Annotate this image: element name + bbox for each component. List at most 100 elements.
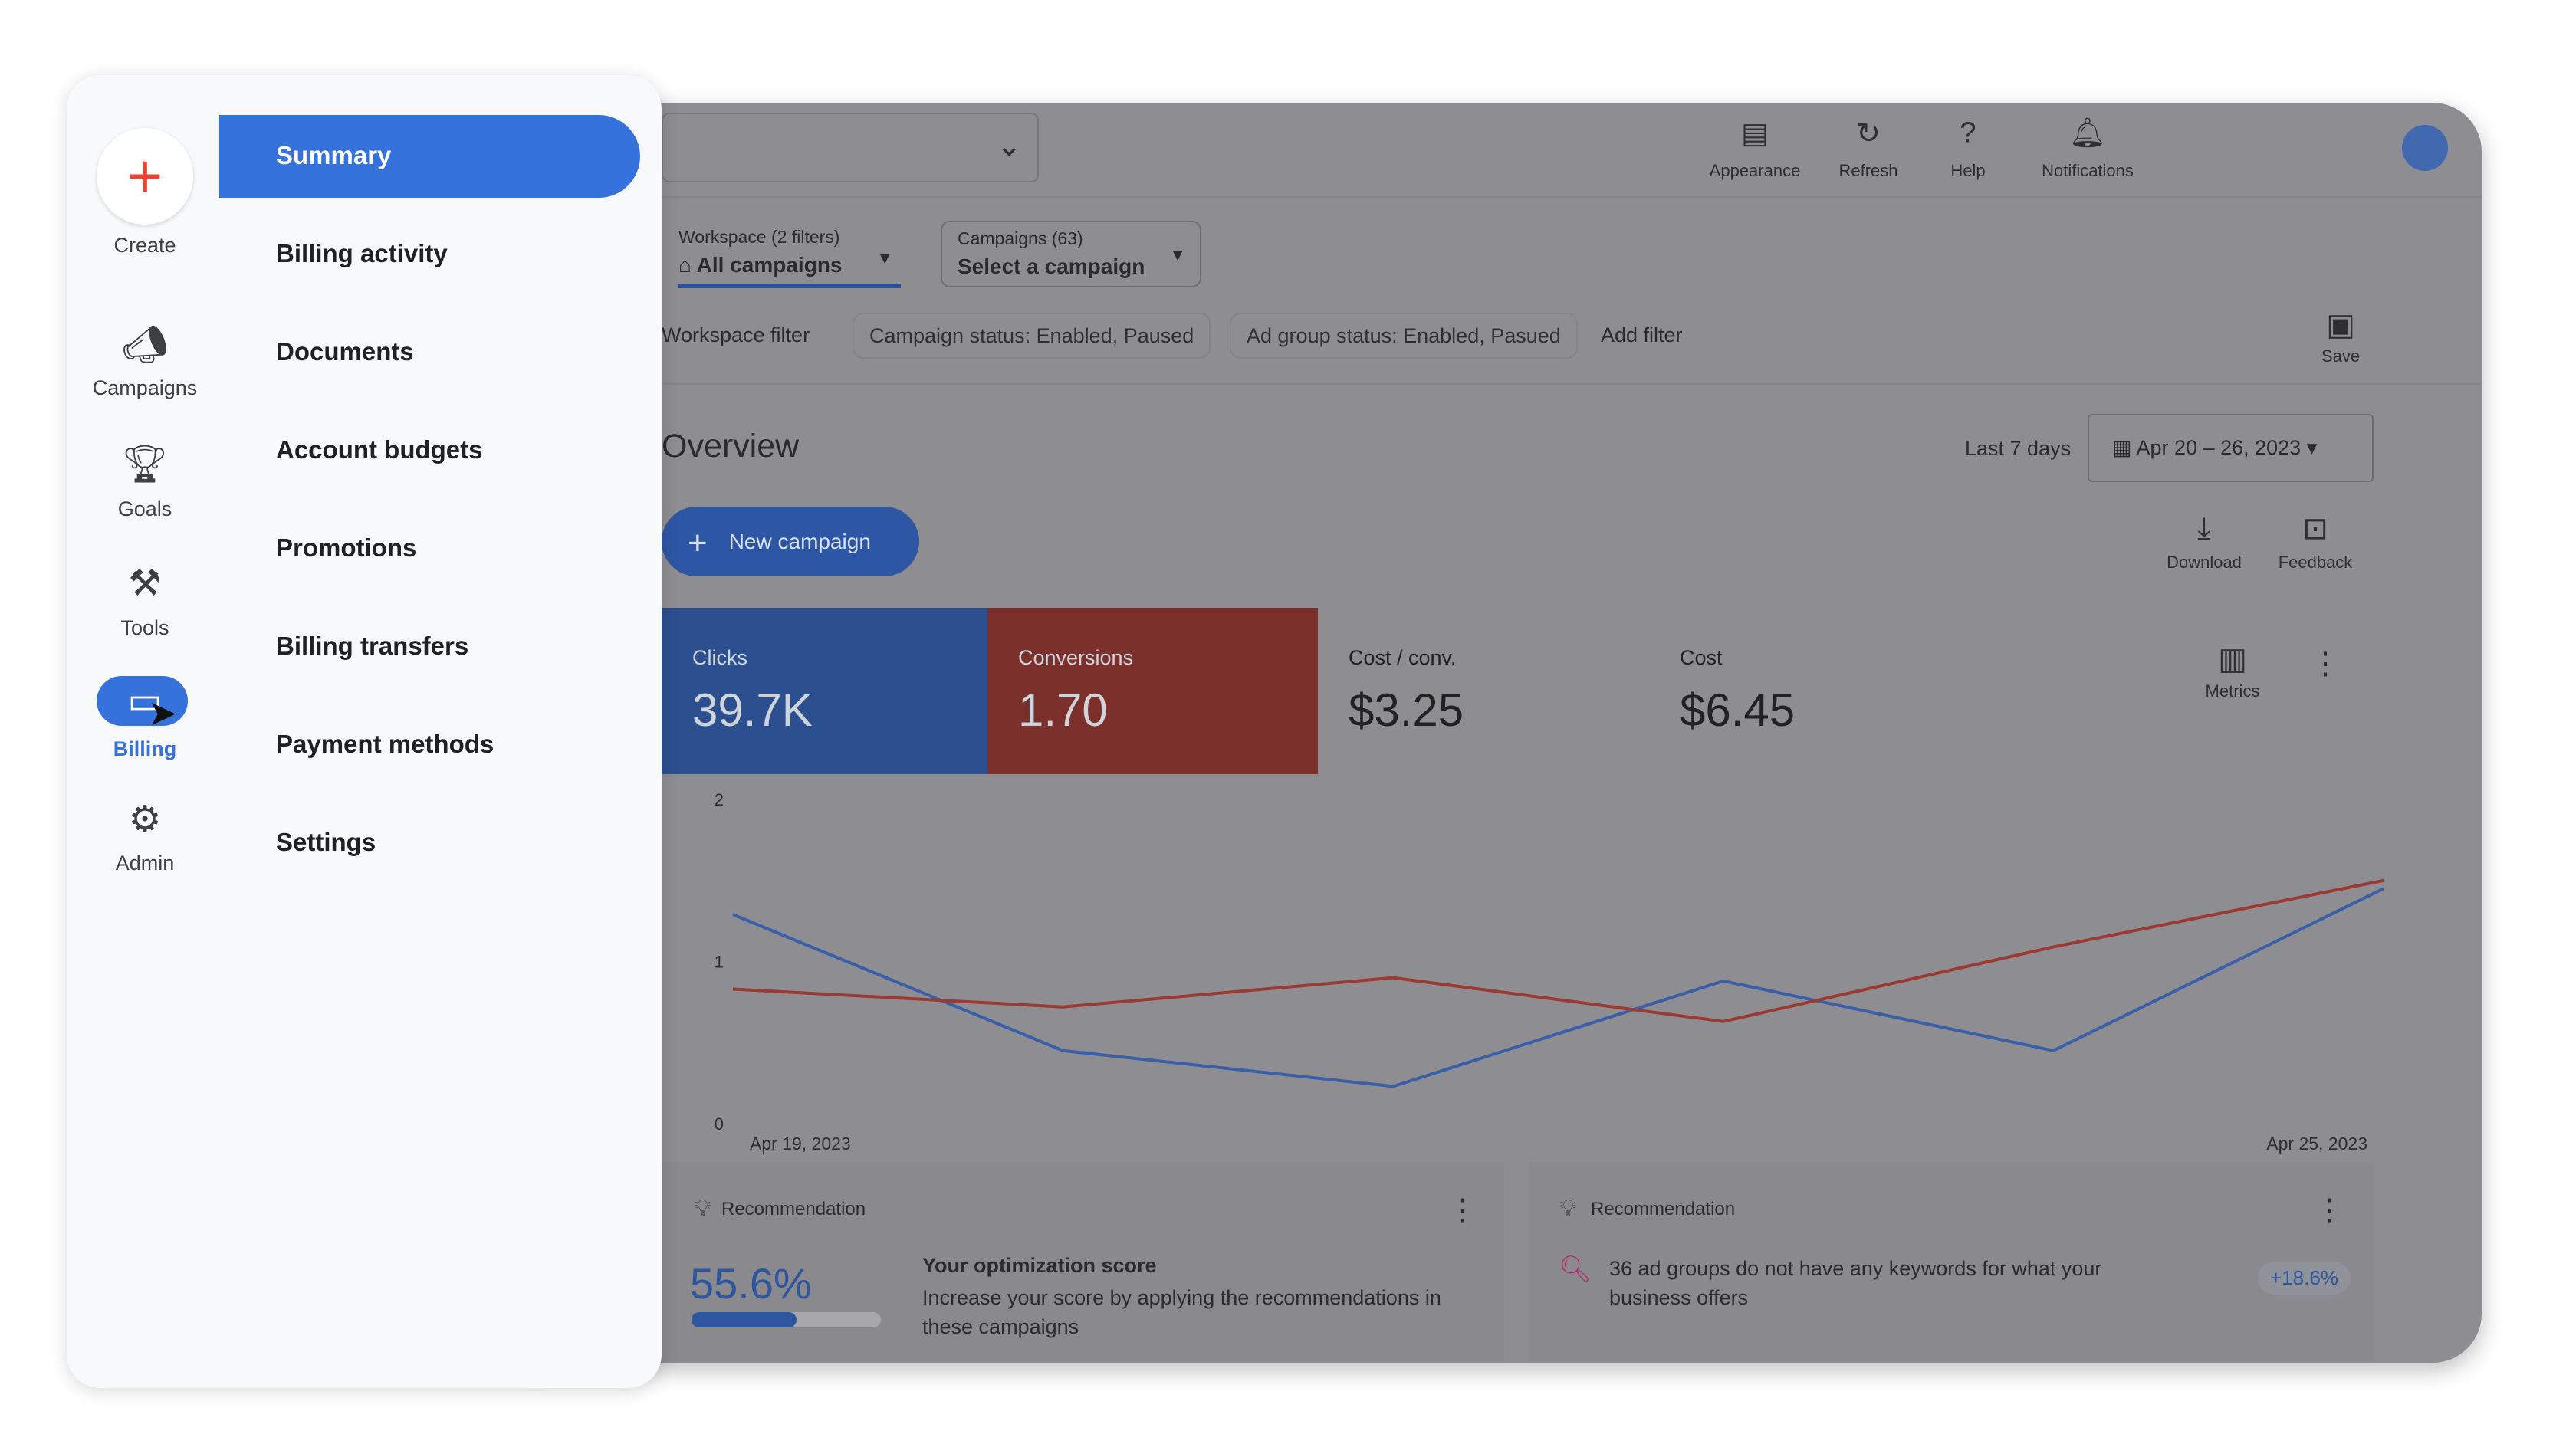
more-vert-icon[interactable]: ⋮ [2310,646,2341,681]
x-tick-label: Apr 19, 2023 [750,1134,851,1154]
campaigns-label: Campaigns (63) [958,228,1083,248]
metric-value: 39.7K [692,684,813,736]
metric-label: Cost / conv. [1349,646,1457,669]
optimization-score: 55.6% [690,1259,812,1308]
save-label: Save [2321,346,2361,366]
workspace-label: Workspace (2 filters) [678,227,840,247]
score-title: Your optimization score [922,1254,1157,1277]
ad-group-status-chip[interactable]: Ad group status: Enabled, Pasued [1230,313,1578,359]
campaign-status-chip[interactable]: Campaign status: Enabled, Paused [853,313,1211,359]
metric-label: Clicks [692,646,748,669]
metric-card[interactable]: Clicks 39.7K [662,608,992,774]
menu-item-payment-methods[interactable]: Payment methods [276,730,494,759]
y-tick-label: 1 [715,953,724,972]
page-title: Overview [662,428,800,464]
megaphone-icon[interactable]: 📣︎ [122,323,169,366]
metrics-label: Metrics [2205,681,2260,701]
menu-item-documents[interactable]: Documents [276,337,414,366]
workspace-value-text: All campaigns [696,253,843,277]
series-line-1 [732,878,2384,1023]
download-label: Download [2167,553,2242,572]
chevron-down-icon: ⌄ [996,129,1022,162]
billing-nav-panel: + Create 📣︎ Campaigns 🏆︎ Goals ⚒ Tools ▭ Billing ⚙… [67,75,662,1388]
rail-label[interactable]: Create [113,234,176,258]
action-label: Help [1950,161,1986,180]
score-progress-bar [692,1312,881,1327]
refresh-icon[interactable]: ↻ [1856,117,1881,151]
action-label: Notifications [2042,161,2134,180]
account-dropdown[interactable]: ⌄ [662,113,1039,182]
new-campaign-label: New campaign [728,530,871,553]
y-tick-label: 0 [715,1114,724,1134]
add-filter-button[interactable]: Add filter [1601,323,1683,347]
rail-label[interactable]: Billing [113,737,177,761]
metric-value: 1.70 [1018,684,1108,736]
metric-card[interactable]: Cost $6.45 [1649,608,1980,774]
series-line-0 [732,887,2384,1088]
download-icon[interactable]: ⤓ [2197,512,2211,546]
trophy-icon[interactable]: 🏆︎ [122,442,169,486]
more-vert-icon[interactable]: ⋮ [2315,1193,2345,1228]
cursor-icon: ➤ [147,693,178,733]
action-label: Refresh [1838,161,1898,180]
workspace-filter[interactable]: Workspace filter [662,323,810,347]
keyword-recommendation-text: 36 ad groups do not have any keywords fo… [1609,1257,2102,1309]
metric-value: $6.45 [1680,684,1796,736]
x-tick-label: Apr 25, 2023 [2266,1134,2367,1154]
metric-card[interactable]: Cost / conv. $3.25 [1318,608,1648,774]
campaign-selector[interactable]: Campaigns (63) Select a campaign ▼ [941,221,1201,287]
plus-icon[interactable]: + [127,141,163,212]
range-label: Last 7 days [1965,437,2072,460]
workspace-value: ⌂ All campaigns [678,253,843,277]
new-campaign-button[interactable]: + New campaign [662,507,919,576]
avatar[interactable] [2402,125,2448,171]
bell-icon[interactable]: 🔔︎ [2069,117,2106,150]
metric-value: $3.25 [1349,684,1464,736]
date-range-picker[interactable]: ▦ Apr 20 – 26, 2023 ▾ [2088,414,2374,482]
recommendation-card-score[interactable]: 💡︎ Recommendation ⋮ 55.6% Your optimizat… [662,1162,1504,1361]
score-description: Increase your score by applying the reco… [922,1286,1441,1338]
tools-icon[interactable]: ⚒ [128,562,161,605]
performance-chart: 0 1 2 Apr 19, 2023 Apr 25, 2023 [715,790,2384,1154]
metric-label: Conversions [1018,646,1134,669]
feedback-label: Feedback [2278,553,2353,572]
menu-item-settings[interactable]: Settings [276,828,376,857]
metric-card[interactable]: Conversions 1.70 [987,608,1318,774]
save-icon[interactable]: ▣ [2326,307,2355,343]
lightbulb-icon: 💡︎ [1560,1196,1576,1221]
recommendation-card-keywords[interactable]: 💡︎ Recommendation ⋮ 🔍︎ 36 ad groups do n… [1530,1162,2374,1361]
caret-down-icon: ▼ [876,248,893,267]
dimmed-app-window: ⌄ ▤ Appearance ↻ Refresh? Help 🔔︎ Notification… [537,103,2482,1363]
uplift-badge: +18.6% [2258,1262,2351,1295]
date-range-value: Apr 20 – 26, 2023 [2136,436,2302,459]
menu-item-summary[interactable]: Summary [276,141,391,170]
caret-down-icon: ▼ [1169,245,1186,264]
feedback-icon[interactable]: ⊡ [2302,511,2328,546]
recommendation-label: Recommendation [1591,1199,1736,1219]
rail-label[interactable]: Campaigns [93,376,198,400]
workspace-selector[interactable]: Workspace (2 filters) ⌂ All campaigns ▼ [678,227,901,288]
action-label: Appearance [1709,161,1801,180]
key-search-icon: 🔍︎ [1559,1255,1592,1284]
campaigns-value: Select a campaign [958,254,1145,278]
divider [537,196,2482,198]
help-icon[interactable]: ? [1960,117,1976,150]
y-tick-label: 2 [715,790,724,809]
metrics-icon[interactable]: ▥ [2218,642,2247,677]
menu-item-billing-transfers[interactable]: Billing transfers [276,632,468,661]
rail-label[interactable]: Admin [116,852,175,875]
gear-icon[interactable]: ⚙ [128,798,161,841]
plus-icon: + [688,524,708,563]
divider [537,383,2482,385]
menu-item-account-budgets[interactable]: Account budgets [276,435,483,464]
calendar-icon: ▦ [2112,436,2132,459]
menu-item-billing-activity[interactable]: Billing activity [276,239,448,268]
menu-item-promotions[interactable]: Promotions [276,533,416,563]
appearance-icon[interactable]: ▤ [1741,117,1769,151]
more-vert-icon[interactable]: ⋮ [1447,1193,1478,1228]
rail-label[interactable]: Goals [118,497,172,521]
rail-label[interactable]: Tools [120,616,169,640]
recommendation-label: Recommendation [721,1199,866,1219]
lightbulb-icon: 💡︎ [695,1196,711,1221]
metric-label: Cost [1680,646,1723,669]
